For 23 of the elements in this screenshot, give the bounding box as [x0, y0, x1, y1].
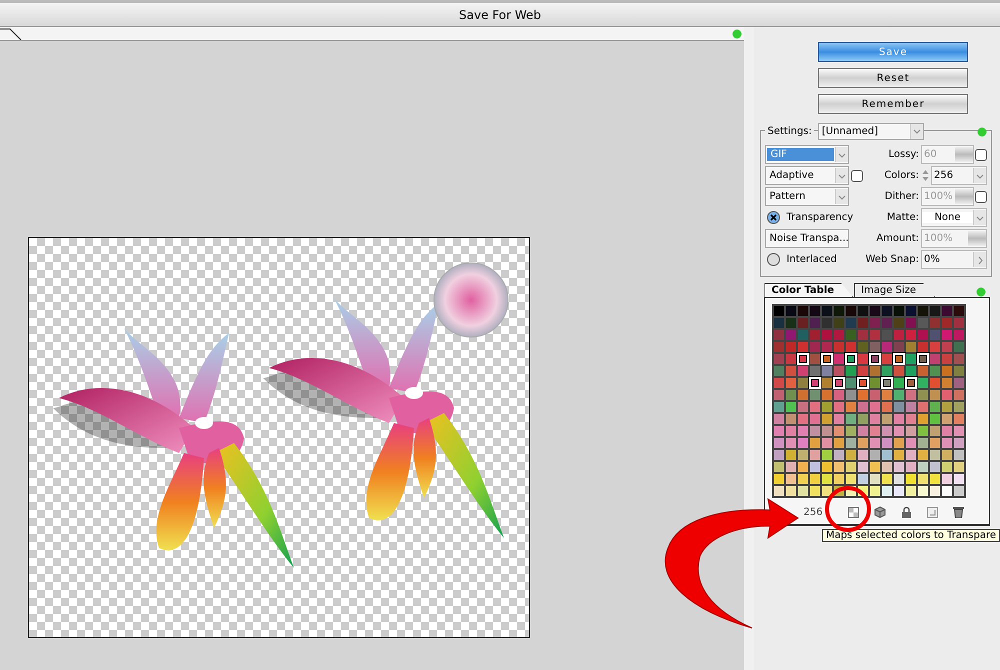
checkbox-label: Interlaced [786, 254, 837, 265]
dialog-button[interactable]: Remember [818, 94, 968, 114]
field-label: Lossy: [888, 149, 920, 160]
color-count: 256 [803, 506, 823, 518]
dropdown[interactable]: Adaptive [765, 166, 850, 185]
checkbox-label: Transparency [786, 212, 854, 223]
input-field[interactable]: None [921, 208, 987, 227]
tooltip: Maps selected colors to Transpare [822, 529, 1000, 542]
panel-tab[interactable]: Color Table [764, 283, 854, 297]
input-field[interactable]: 0% [921, 250, 987, 269]
preset-dropdown[interactable]: [Unnamed] [818, 123, 924, 140]
field-label: Matte: [886, 212, 920, 223]
dropdown[interactable]: Noise Transpa... [765, 229, 850, 248]
window-title: Save For Web [459, 8, 541, 22]
dropdown[interactable]: Pattern [765, 187, 850, 206]
field-label: Colors: [883, 170, 920, 181]
input-field[interactable]: 256 [931, 166, 987, 185]
field-label: Amount: [875, 233, 920, 244]
dialog-button[interactable]: Reset [818, 68, 968, 88]
field-label: Web Snap: [865, 254, 920, 265]
panel-tab[interactable]: Image Size [854, 283, 936, 297]
settings-label: Settings: [765, 126, 814, 137]
field-label: Dither: [884, 191, 920, 202]
